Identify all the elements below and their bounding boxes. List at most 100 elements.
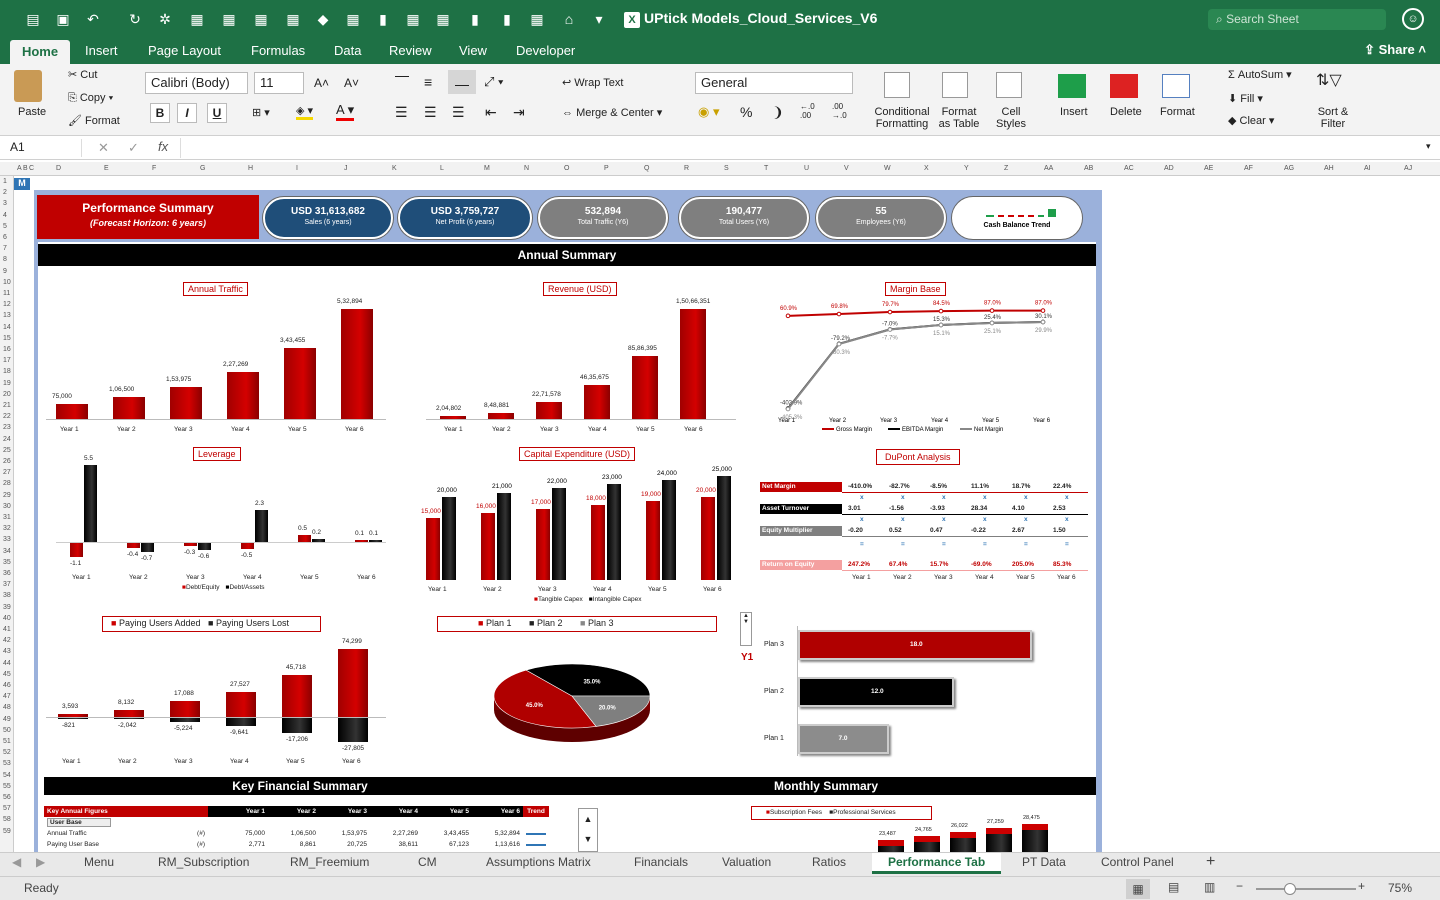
column-header[interactable]: H <box>248 165 253 172</box>
paste-icon[interactable] <box>14 70 42 102</box>
orientation-icon[interactable]: ⤢ ▾ <box>484 74 503 90</box>
column-header[interactable]: AF <box>1244 165 1253 172</box>
row-header[interactable]: 34 <box>3 548 11 555</box>
increase-decimal-icon[interactable]: ←.0.00 <box>800 102 815 120</box>
zoom-out-icon[interactable]: − <box>1236 879 1243 893</box>
zoom-slider[interactable] <box>1256 888 1356 890</box>
column-header[interactable]: AJ <box>1404 165 1412 172</box>
row-header[interactable]: 59 <box>3 828 11 835</box>
sort-filter-button[interactable]: Sort & Filter <box>1316 106 1350 130</box>
format-table-icon[interactable] <box>942 72 968 98</box>
row-header[interactable]: 4 <box>3 212 7 219</box>
qa-tool-icon[interactable]: ▦ <box>220 10 238 28</box>
tab-review[interactable]: Review <box>389 43 432 58</box>
format-as-table-button[interactable]: Format as Table <box>936 106 982 130</box>
page-layout-view-icon[interactable]: ▤ <box>1168 880 1179 894</box>
row-header[interactable]: 49 <box>3 716 11 723</box>
row-header[interactable]: 7 <box>3 245 7 252</box>
sheet-tab[interactable]: Financials <box>634 855 688 869</box>
column-header[interactable]: M <box>484 165 490 172</box>
row-header[interactable]: 38 <box>3 592 11 599</box>
sheet-grid[interactable]: M Performance Summary (Forecast Horizon: … <box>14 176 1440 852</box>
zoom-slider-handle[interactable] <box>1284 883 1296 895</box>
row-header[interactable]: 14 <box>3 324 11 331</box>
column-header[interactable]: X <box>924 165 929 172</box>
sheet-tab[interactable]: Valuation <box>722 855 771 869</box>
autosum-button[interactable]: Σ AutoSum ▾ <box>1228 68 1292 81</box>
sort-filter-icon[interactable]: ⇅▽ <box>1316 70 1342 90</box>
column-header[interactable]: AE <box>1204 165 1213 172</box>
sidebar-toggle-icon[interactable]: ▤ <box>24 10 42 28</box>
borders-icon[interactable]: ⊞ ▾ <box>252 106 270 119</box>
sheet-tab[interactable]: RM_Freemium <box>290 855 369 869</box>
column-header[interactable]: J <box>344 165 348 172</box>
zoom-level[interactable]: 75% <box>1388 881 1412 895</box>
row-header[interactable]: 9 <box>3 268 7 275</box>
macro-icon[interactable]: ✲ <box>156 10 174 28</box>
tab-formulas[interactable]: Formulas <box>251 43 305 58</box>
column-header[interactable]: N <box>524 165 529 172</box>
row-header[interactable]: 1 <box>3 178 7 185</box>
column-header[interactable]: D <box>56 165 61 172</box>
row-header[interactable]: 8 <box>3 256 7 263</box>
row-header[interactable]: 51 <box>3 738 11 745</box>
tab-data[interactable]: Data <box>334 43 361 58</box>
row-header[interactable]: 12 <box>3 301 11 308</box>
underline-button[interactable]: U <box>207 103 227 123</box>
merge-center-button[interactable]: ⇔ Merge & Center ▾ <box>562 106 662 119</box>
sheet-tab[interactable]: Performance Tab <box>872 853 1002 874</box>
expand-formula-icon[interactable]: ▾ <box>1426 141 1431 152</box>
page-break-view-icon[interactable]: ▥ <box>1204 880 1215 894</box>
qa-tool-icon[interactable]: ▮ <box>374 10 392 28</box>
column-header[interactable]: AH <box>1324 165 1334 172</box>
search-sheet-input[interactable]: ⌕ Search Sheet <box>1208 9 1386 30</box>
row-header[interactable]: 45 <box>3 671 11 678</box>
column-header[interactable]: P <box>604 165 609 172</box>
qa-tool-icon[interactable]: ▦ <box>528 10 546 28</box>
customize-qa-icon[interactable]: ▾ <box>590 10 608 28</box>
font-color-icon[interactable]: A ▾ <box>336 102 355 121</box>
name-box[interactable]: A1 <box>4 139 82 157</box>
undo-icon[interactable]: ↶ <box>84 10 102 28</box>
column-header[interactable]: AD <box>1164 165 1174 172</box>
italic-button[interactable]: I <box>177 103 197 123</box>
qa-tool-icon[interactable]: ◆ <box>314 10 332 28</box>
qa-tool-icon[interactable]: ▦ <box>344 10 362 28</box>
format-painter-button[interactable]: 🖌 Format <box>68 114 120 127</box>
column-header[interactable]: V <box>844 165 849 172</box>
row-header[interactable]: 53 <box>3 760 11 767</box>
save-icon[interactable]: ▣ <box>54 10 72 28</box>
column-header[interactable]: T <box>764 165 768 172</box>
conditional-formatting-button[interactable]: Conditional Formatting <box>872 106 932 130</box>
number-format-select[interactable]: General <box>695 72 853 94</box>
column-header[interactable]: AG <box>1284 165 1294 172</box>
row-header[interactable]: 40 <box>3 615 11 622</box>
row-header[interactable]: 42 <box>3 637 11 644</box>
row-header[interactable]: 32 <box>3 525 11 532</box>
qa-tool-icon[interactable]: ▦ <box>434 10 452 28</box>
format-cells-icon[interactable] <box>1162 74 1190 98</box>
column-header[interactable]: L <box>440 165 444 172</box>
align-top-icon[interactable]: ⎺ <box>395 74 409 91</box>
insert-cells-icon[interactable] <box>1058 74 1086 98</box>
row-header[interactable]: 3 <box>3 200 7 207</box>
column-header[interactable]: AB <box>1084 165 1093 172</box>
cell-styles-icon[interactable] <box>996 72 1022 98</box>
sheet-tab[interactable]: Assumptions Matrix <box>486 855 591 869</box>
row-header[interactable]: 18 <box>3 368 11 375</box>
row-header[interactable]: 58 <box>3 816 11 823</box>
font-size-select[interactable]: 11 <box>254 72 304 94</box>
qa-tool-icon[interactable]: ▦ <box>188 10 206 28</box>
row-header[interactable]: 57 <box>3 805 11 812</box>
column-header[interactable]: K <box>392 165 397 172</box>
wrap-text-button[interactable]: ↩ Wrap Text <box>562 76 623 89</box>
align-center-icon[interactable]: ☰ <box>424 104 437 121</box>
row-header[interactable]: 48 <box>3 704 11 711</box>
row-header[interactable]: 6 <box>3 234 7 241</box>
tab-developer[interactable]: Developer <box>516 43 575 58</box>
copy-button[interactable]: ⎘ Copy ▾ <box>68 92 113 105</box>
row-header[interactable]: 22 <box>3 413 11 420</box>
row-header[interactable]: 13 <box>3 312 11 319</box>
cut-button[interactable]: ✂ Cut <box>68 68 97 81</box>
column-header[interactable]: O <box>564 165 569 172</box>
